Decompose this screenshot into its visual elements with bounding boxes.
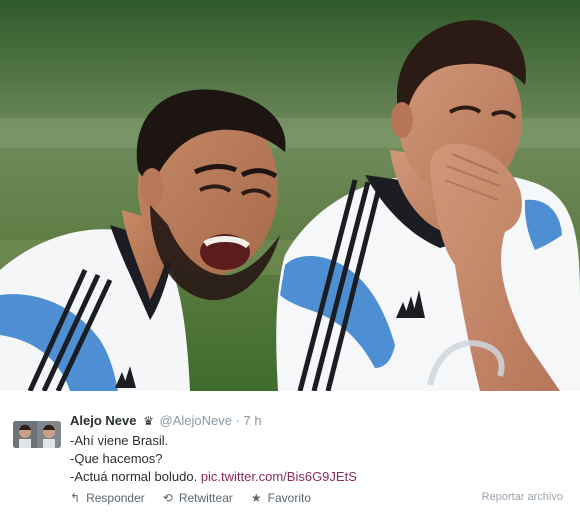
- tweet-line-3-text: -Actuá normal boludo.: [70, 469, 198, 484]
- report-archive-link[interactable]: Reportar archivo: [482, 491, 563, 503]
- star-icon: ★: [250, 491, 262, 505]
- avatar[interactable]: [13, 421, 61, 448]
- tweet-actions: ↰ Responder ⟲ Retwittear ★ Favorito: [70, 491, 311, 505]
- tweet-card: Alejo Neve ♛ @AlejoNeve · 7 h -Ahí viene…: [0, 391, 580, 520]
- crown-icon: ♛: [143, 414, 154, 428]
- retweet-label: Retwittear: [178, 491, 233, 505]
- tweet-text: -Ahí viene Brasil. -Que hacemos? -Actuá …: [70, 432, 357, 486]
- tweet-timestamp[interactable]: 7 h: [244, 413, 262, 428]
- tweet-photo[interactable]: [0, 0, 580, 391]
- reply-label: Responder: [86, 491, 145, 505]
- favorite-action[interactable]: ★ Favorito: [251, 491, 311, 505]
- author-name[interactable]: Alejo Neve: [70, 413, 136, 428]
- favorite-label: Favorito: [267, 491, 311, 505]
- tweet-line-3: -Actuá normal boludo. pic.twitter.com/Bi…: [70, 468, 357, 486]
- tweet-media-link[interactable]: pic.twitter.com/Bis6G9JEtS: [201, 469, 357, 484]
- meta-separator: ·: [235, 413, 240, 428]
- tweet-line-1: -Ahí viene Brasil.: [70, 433, 169, 448]
- reply-icon: ↰: [70, 491, 81, 505]
- reply-action[interactable]: ↰ Responder: [70, 491, 145, 505]
- photo-illustration: [0, 0, 580, 391]
- retweet-icon: ⟲: [162, 491, 173, 505]
- avatar-image: [13, 421, 61, 448]
- tweet-line-2: -Que hacemos?: [70, 451, 163, 466]
- retweet-action[interactable]: ⟲ Retwittear: [163, 491, 233, 505]
- tweet-header: Alejo Neve ♛ @AlejoNeve · 7 h: [70, 413, 262, 428]
- author-handle[interactable]: @AlejoNeve: [160, 413, 232, 428]
